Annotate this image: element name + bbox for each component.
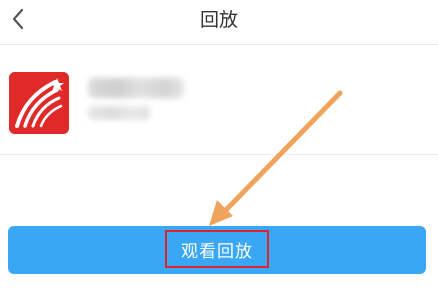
page-title: 回放 xyxy=(199,9,238,31)
app-logo xyxy=(9,72,69,134)
xuexitong-logo-icon xyxy=(9,72,69,134)
replay-info-card xyxy=(0,52,438,155)
watch-replay-label: 观看回放 xyxy=(181,241,253,262)
highlight-box: 观看回放 xyxy=(165,230,269,268)
blurred-title xyxy=(88,78,184,98)
top-nav-bar: 回放 xyxy=(0,0,438,45)
blurred-subtitle xyxy=(88,106,150,120)
watch-replay-button[interactable]: 观看回放 xyxy=(8,226,426,274)
